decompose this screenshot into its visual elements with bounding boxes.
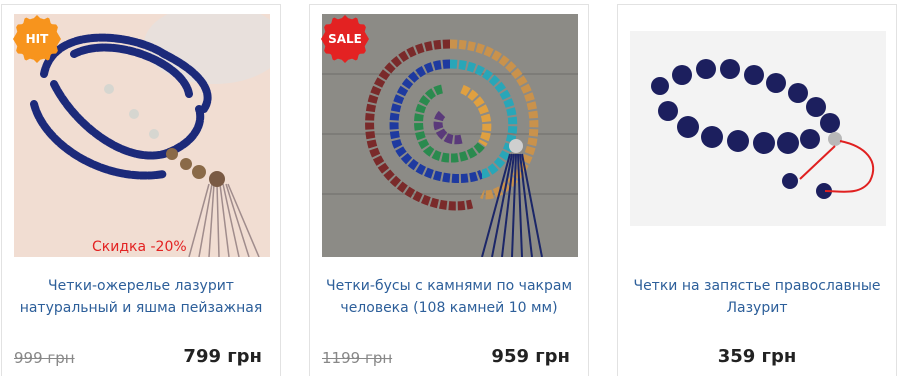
product-card[interactable]: HIT Скидка -20% Четки-ожерелье лазурит н… [1, 4, 281, 376]
product-title-link[interactable]: Четки-бусы с камнями по чакрам человека … [320, 275, 578, 319]
old-price: 999 грн [14, 349, 75, 367]
product-image[interactable] [630, 31, 886, 226]
discount-label: Скидка -20% [92, 239, 187, 255]
price: 799 грн [183, 346, 262, 367]
product-card[interactable]: SALE Четки-бусы с камнями по чакрам чело… [309, 4, 589, 376]
hit-badge: HIT [16, 18, 58, 60]
product-title-link[interactable]: Четки на запястье православные Лазурит [628, 275, 886, 319]
price: 359 грн [717, 346, 797, 367]
product-title-link[interactable]: Четки-ожерелье лазурит натуральный и яшм… [12, 275, 270, 319]
sale-badge: SALE [324, 18, 366, 60]
price: 959 грн [491, 346, 570, 367]
product-image [630, 31, 886, 226]
product-card[interactable]: Четки на запястье православные Лазурит 3… [617, 4, 897, 376]
old-price: 1199 грн [322, 349, 393, 367]
